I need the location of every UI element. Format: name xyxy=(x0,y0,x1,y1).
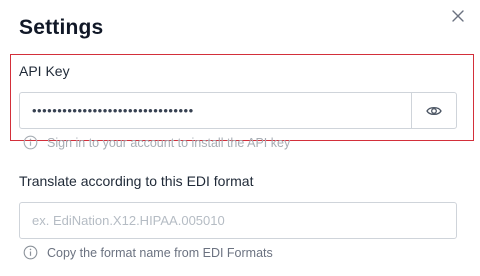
api-key-input[interactable] xyxy=(20,93,411,128)
close-button[interactable] xyxy=(448,6,470,28)
edi-format-label: Translate according to this EDI format xyxy=(19,173,254,189)
api-key-label: API Key xyxy=(19,63,70,79)
close-icon xyxy=(452,10,464,22)
edi-format-hint: Copy the format name from EDI Formats xyxy=(23,245,273,260)
edi-format-input[interactable] xyxy=(20,203,456,238)
eye-icon xyxy=(426,106,442,115)
edi-format-hint-text: Copy the format name from EDI Formats xyxy=(47,245,273,260)
api-key-hint: Sign in to your account to install the A… xyxy=(23,135,290,150)
info-icon xyxy=(23,135,38,150)
dialog-title: Settings xyxy=(19,16,104,39)
edi-format-field-group xyxy=(19,202,457,239)
api-key-field-group xyxy=(19,92,457,129)
reveal-api-key-button[interactable] xyxy=(411,93,456,128)
api-key-hint-text: Sign in to your account to install the A… xyxy=(47,135,291,150)
info-icon xyxy=(23,245,38,260)
